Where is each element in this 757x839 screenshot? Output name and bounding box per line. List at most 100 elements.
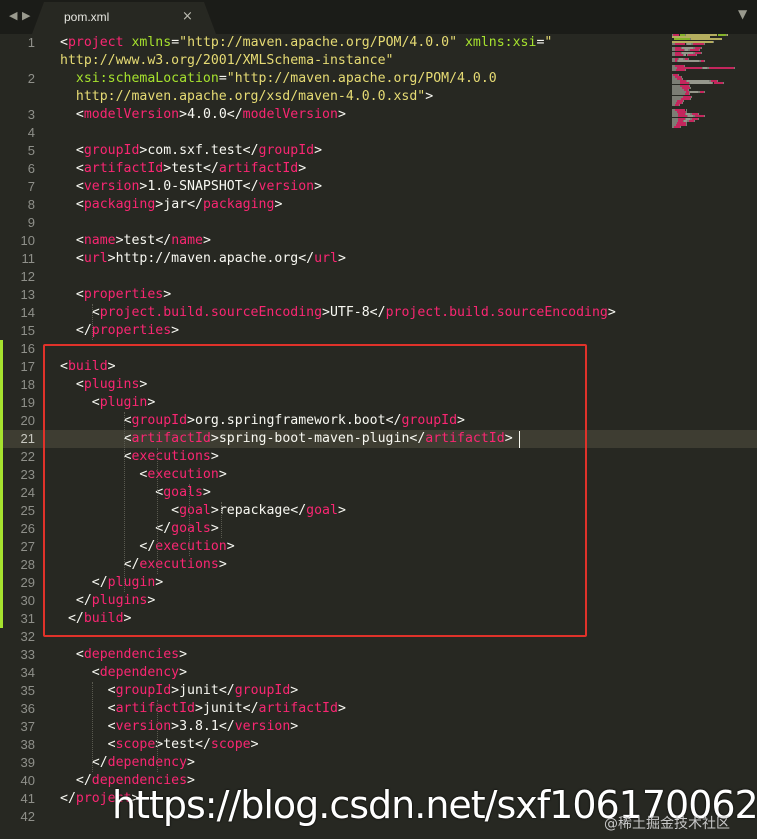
- xml-text: >: [290, 683, 299, 698]
- line-number: 25: [20, 503, 35, 518]
- xml-text: junit: [202, 701, 243, 716]
- line-number: 16: [20, 341, 35, 356]
- code-line[interactable]: <version>1.0-SNAPSHOT</version>: [60, 178, 322, 196]
- xml-text: 3.8.1: [179, 719, 219, 734]
- code-line[interactable]: <project.build.sourceEncoding>UTF-8</pro…: [60, 304, 616, 322]
- xml-text: test: [163, 737, 195, 752]
- tab-pom-xml[interactable]: pom.xml ×: [32, 2, 216, 34]
- xml-text: >: [322, 305, 330, 320]
- line-number: 5: [27, 143, 35, 158]
- minimap-line: [703, 42, 705, 45]
- xml-text: >: [607, 305, 616, 320]
- xml-tag-name: dependency: [99, 665, 180, 680]
- line-number: 1: [27, 35, 35, 50]
- minimap-line: [690, 82, 712, 85]
- xml-text: <: [60, 35, 68, 50]
- xml-tag-name: version: [83, 179, 140, 194]
- xml-text: >: [163, 161, 172, 176]
- xml-text: >: [179, 647, 188, 662]
- xml-text: <: [60, 647, 84, 662]
- modified-lines-marker: [0, 340, 3, 628]
- xml-text: <: [60, 737, 116, 752]
- line-number: 2: [27, 71, 35, 86]
- minimap[interactable]: [672, 34, 752, 134]
- line-number: 17: [20, 359, 35, 374]
- tab-nav-next-icon[interactable]: ▶: [22, 9, 30, 22]
- minimap-line: [692, 42, 704, 45]
- code-line[interactable]: </dependency>: [60, 754, 195, 772]
- line-number: 22: [20, 449, 35, 464]
- xml-tag-name: name: [171, 233, 203, 248]
- line-number: 6: [27, 161, 35, 176]
- code-line[interactable]: <modelVersion>4.0.0</modelVersion>: [60, 106, 346, 124]
- minimap-line: [688, 53, 697, 56]
- xml-text: >: [290, 719, 299, 734]
- minimap-line: [727, 34, 729, 36]
- line-number: 35: [20, 683, 35, 698]
- xml-tag-name: artifactId: [83, 161, 164, 176]
- minimap-line: [713, 40, 715, 43]
- minimap-line: [703, 91, 705, 94]
- code-line[interactable]: <groupId>junit</groupId>: [60, 682, 299, 700]
- close-icon[interactable]: ×: [182, 9, 193, 24]
- xml-text: </: [155, 233, 172, 248]
- line-number: 4: [27, 125, 35, 140]
- code-line[interactable]: </properties>: [60, 322, 179, 340]
- xml-tag-name: properties: [91, 323, 172, 338]
- code-line[interactable]: http://maven.apache.org/xsd/maven-4.0.0.…: [60, 88, 433, 106]
- line-number: 39: [20, 755, 35, 770]
- xml-text: >: [250, 737, 259, 752]
- xml-text: UTF-8: [329, 305, 370, 320]
- xml-tag-name: url: [83, 251, 108, 266]
- xml-tag-name: groupId: [115, 683, 172, 698]
- line-number: 14: [20, 305, 35, 320]
- code-line[interactable]: <url>http://maven.apache.org</url>: [60, 250, 346, 268]
- xml-text: >: [171, 683, 180, 698]
- xml-text: <: [60, 701, 116, 716]
- xml-string: ": [544, 35, 553, 50]
- code-line[interactable]: <groupId>com.sxf.test</groupId>: [60, 142, 322, 160]
- line-number: 31: [20, 611, 35, 626]
- xml-string: "http://maven.apache.org/POM/4.0.0: [226, 71, 497, 86]
- code-line[interactable]: http://www.w3.org/2001/XMLSchema-instanc…: [60, 52, 393, 70]
- code-line[interactable]: <name>test</name>: [60, 232, 211, 250]
- code-line[interactable]: <dependency>: [60, 664, 187, 682]
- minimap-line: [674, 42, 686, 45]
- minimap-line: [700, 47, 702, 50]
- xml-text: >: [187, 755, 195, 770]
- xml-text: </: [218, 719, 235, 734]
- xml-text: </: [60, 323, 92, 338]
- code-line[interactable]: <scope>test</scope>: [60, 736, 259, 754]
- line-number: 11: [21, 251, 36, 266]
- line-number: 19: [20, 395, 35, 410]
- minimap-line: [734, 67, 736, 69]
- minimap-line: [686, 124, 688, 127]
- xml-tag-name: url: [314, 251, 338, 266]
- code-line[interactable]: <project xmlns="http://maven.apache.org/…: [60, 34, 552, 52]
- minimap-line: [713, 82, 723, 85]
- code-line[interactable]: <packaging>jar</packaging>: [60, 196, 283, 214]
- indent-guide: [188, 484, 190, 556]
- xml-tag-name: artifactId: [218, 161, 299, 176]
- minimap-line: [680, 126, 682, 129]
- xml-text: >: [314, 179, 323, 194]
- xml-text: <: [60, 665, 100, 680]
- xml-text: junit: [179, 683, 219, 698]
- line-number: 29: [20, 575, 35, 590]
- code-line[interactable]: xsi:schemaLocation="http://maven.apache.…: [60, 70, 497, 88]
- line-number: 15: [20, 323, 35, 338]
- xml-text: >: [274, 197, 283, 212]
- xml-text: >: [107, 251, 116, 266]
- xml-tag-name: modelVersion: [83, 107, 180, 122]
- code-line[interactable]: <artifactId>junit</artifactId>: [60, 700, 346, 718]
- xml-text: >: [171, 719, 180, 734]
- xml-attribute: xsi:schemaLocation: [75, 71, 219, 86]
- indent-guide: [156, 448, 158, 574]
- chevron-down-icon[interactable]: ▼: [738, 7, 747, 21]
- code-line[interactable]: <version>3.8.1</version>: [60, 718, 299, 736]
- tab-nav-prev-icon[interactable]: ◀: [9, 9, 17, 22]
- code-line[interactable]: <properties>: [60, 286, 171, 304]
- line-number: 9: [27, 215, 35, 230]
- code-line[interactable]: <dependencies>: [60, 646, 187, 664]
- code-line[interactable]: <artifactId>test</artifactId>: [60, 160, 306, 178]
